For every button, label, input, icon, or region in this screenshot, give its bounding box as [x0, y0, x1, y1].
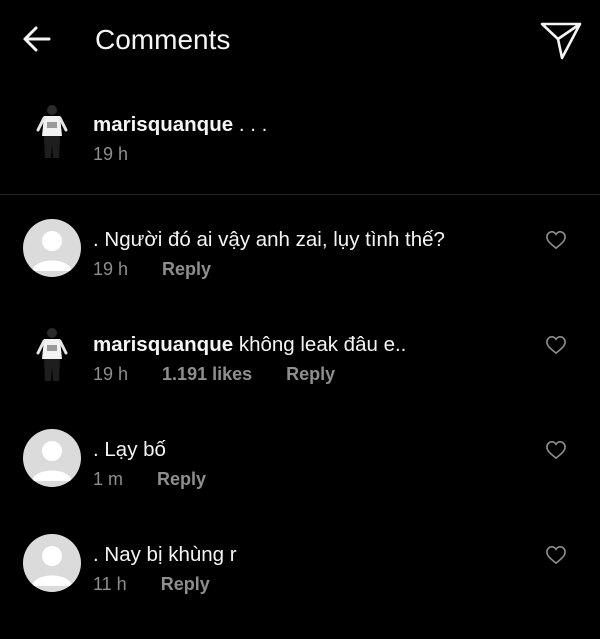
comment-time: 19 h [93, 364, 129, 384]
avatar[interactable] [32, 102, 72, 160]
heart-icon[interactable] [545, 545, 567, 565]
avatar[interactable] [23, 429, 81, 487]
comment-time: 11 h [93, 574, 127, 594]
avatar[interactable] [32, 325, 72, 383]
heart-icon[interactable] [545, 335, 567, 355]
comment-meta: 1 m Reply [93, 468, 206, 490]
reply-button[interactable]: Reply [161, 573, 210, 595]
comment-text: . Người đó ai vậy anh zai, lụy tình thế? [93, 228, 445, 251]
reply-button[interactable]: Reply [157, 468, 206, 490]
comment-body: không leak đâu e.. [233, 333, 407, 356]
comment-time: 1 m [93, 469, 124, 489]
comment-text: . Lạy bố [93, 438, 166, 461]
caption-time: 19 h [93, 144, 129, 164]
comment-text: . Nay bị khùng r [93, 543, 237, 566]
comment-username[interactable]: marisquanque [93, 333, 233, 356]
comment-meta: 19 h Reply [93, 258, 211, 280]
heart-icon[interactable] [545, 230, 567, 250]
page-title: Comments [95, 24, 231, 55]
reply-button[interactable]: Reply [162, 258, 211, 280]
user-figure-icon [36, 105, 68, 158]
user-figure-icon [36, 328, 68, 381]
reply-button[interactable]: Reply [286, 363, 335, 385]
comment-item: . Nay bị khùng r 11 h Reply [0, 529, 600, 619]
comment-text: marisquanque không leak đâu e.. [93, 332, 406, 358]
comment-item: . Lạy bố 1 m Reply [0, 424, 600, 514]
paper-plane-icon [540, 22, 582, 60]
post-caption: marisquanque . . . 19 h [0, 96, 600, 194]
avatar[interactable] [23, 219, 81, 277]
default-avatar-icon [32, 231, 72, 271]
caption-username[interactable]: marisquanque [93, 113, 233, 136]
avatar[interactable] [23, 534, 81, 592]
likes-count[interactable]: 1.191 likes [162, 363, 252, 385]
back-button[interactable] [20, 22, 54, 56]
heart-icon[interactable] [545, 440, 567, 460]
arrow-left-icon [23, 26, 51, 52]
comment-item: . Người đó ai vậy anh zai, lụy tình thế?… [0, 214, 600, 304]
share-button[interactable] [538, 20, 584, 62]
comment-meta: 11 h Reply [93, 573, 210, 595]
caption-body: . . . [233, 113, 268, 136]
comment-time: 19 h [93, 259, 129, 279]
default-avatar-icon [32, 441, 72, 481]
caption-meta: 19 h [93, 143, 128, 165]
caption-text: marisquanque . . . [93, 112, 267, 138]
divider [0, 194, 600, 195]
comment-item: marisquanque không leak đâu e.. 19 h 1.19… [0, 319, 600, 409]
comment-meta: 19 h 1.191 likes Reply [93, 363, 335, 385]
header-bar: Comments [0, 0, 600, 82]
default-avatar-icon [32, 546, 72, 586]
